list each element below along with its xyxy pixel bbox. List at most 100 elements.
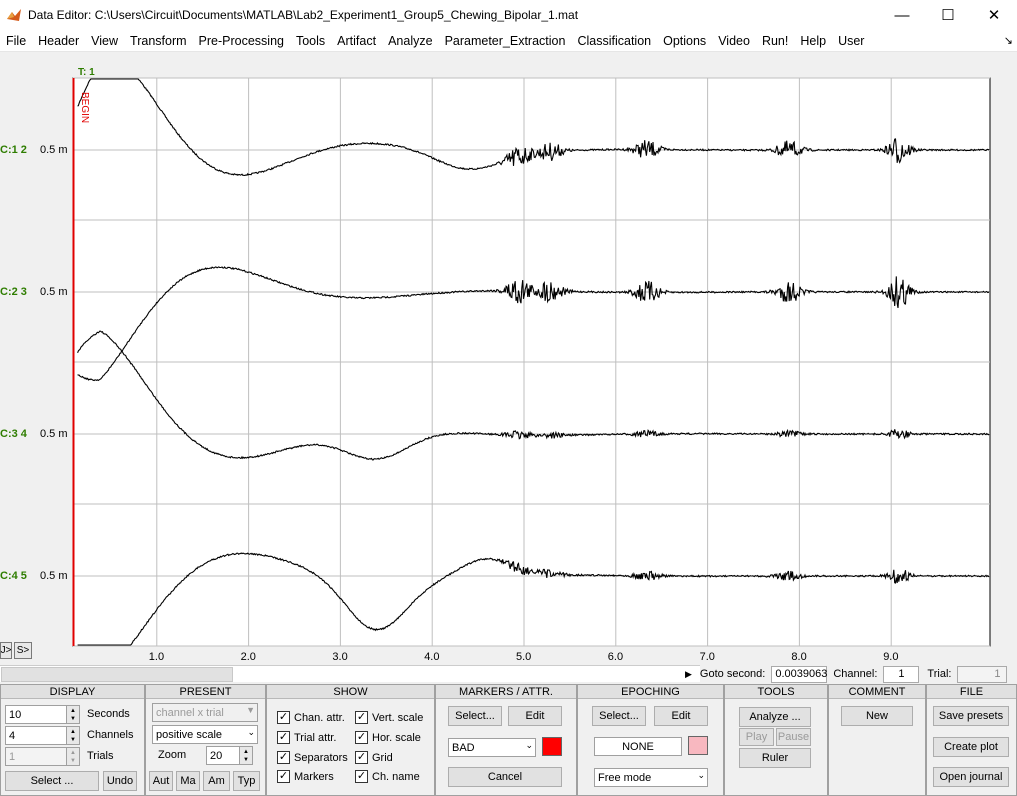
present-mode-select[interactable]: channel x trial ▼ xyxy=(152,703,258,722)
x-tick-label: 7.0 xyxy=(700,651,715,663)
time-scrollbar-thumb[interactable] xyxy=(1,667,233,682)
menu-transform[interactable]: Transform xyxy=(124,34,193,48)
window-title: Data Editor: C:\Users\Circuit\Documents\… xyxy=(28,8,579,22)
minimize-button[interactable]: — xyxy=(879,0,925,30)
check-icon: ✓ xyxy=(355,731,368,744)
check-icon: ✓ xyxy=(355,770,368,783)
present-am-button[interactable]: Am xyxy=(203,771,230,791)
channels-input[interactable]: 4 xyxy=(5,726,67,745)
separators-label: Separators xyxy=(294,751,348,764)
signal-plot[interactable]: BEGIN T: 1 1.0 2.0 3.0 4.0 5.0 6.0 7.0 8.0 9.0 xyxy=(0,52,1017,664)
markers-edit-button[interactable]: Edit xyxy=(508,706,562,726)
x-tick-label: 6.0 xyxy=(608,651,623,663)
time-scrollbar[interactable] xyxy=(0,665,700,682)
zoom-spinner[interactable]: ▲ ▼ xyxy=(239,746,253,765)
create-plot-button[interactable]: Create plot xyxy=(933,737,1009,757)
chan-attr-checkbox[interactable]: ✓ Chan. attr. xyxy=(277,711,345,724)
present-typ-button[interactable]: Typ xyxy=(233,771,260,791)
markers-checkbox[interactable]: ✓ Markers xyxy=(277,770,334,783)
markers-cancel-button[interactable]: Cancel xyxy=(448,767,562,787)
tools-panel: TOOLS Analyze ... Play Pause Ruler xyxy=(724,684,828,796)
display-select-button[interactable]: Select ... xyxy=(5,771,99,791)
begin-marker-label: BEGIN xyxy=(79,92,90,123)
scroll-right-icon[interactable]: ▶ xyxy=(685,669,692,680)
attr-color-swatch[interactable] xyxy=(542,737,562,756)
present-scale-select[interactable]: positive scale ⌄ xyxy=(152,725,258,744)
separators-checkbox[interactable]: ✓ Separators xyxy=(277,751,348,764)
x-tick-label: 8.0 xyxy=(791,651,806,663)
undo-button[interactable]: Undo xyxy=(103,771,137,791)
hor-scale-checkbox[interactable]: ✓ Hor. scale xyxy=(355,731,421,744)
comment-panel: COMMENT New xyxy=(828,684,926,796)
open-journal-button[interactable]: Open journal xyxy=(933,767,1009,787)
trials-input[interactable]: 1 xyxy=(5,747,67,766)
trials-spinner[interactable]: ▲ ▼ xyxy=(66,747,80,766)
trial-attr-checkbox[interactable]: ✓ Trial attr. xyxy=(277,731,336,744)
pause-button[interactable]: Pause xyxy=(776,728,811,746)
markers-panel: MARKERS / ATTR. Select... Edit BAD ⌄ Canc… xyxy=(435,684,577,796)
menu-options[interactable]: Options xyxy=(657,34,712,48)
epoch-value-field[interactable]: NONE xyxy=(594,737,682,756)
markers-label: Markers xyxy=(294,770,334,783)
menu-artifact[interactable]: Artifact xyxy=(331,34,382,48)
grid-label: Grid xyxy=(372,751,393,764)
close-button[interactable]: ✕ xyxy=(971,0,1017,30)
menu-parameter-extraction[interactable]: Parameter_Extraction xyxy=(439,34,572,48)
nav-next-button[interactable]: S> xyxy=(14,642,32,659)
menu-classification[interactable]: Classification xyxy=(571,34,657,48)
epoch-color-swatch[interactable] xyxy=(688,736,708,755)
channel-input[interactable]: 1 xyxy=(883,665,920,683)
menu-video[interactable]: Video xyxy=(712,34,756,48)
present-ma-button[interactable]: Ma xyxy=(176,771,200,791)
zoom-label: Zoom xyxy=(158,749,187,761)
present-aut-button[interactable]: Aut xyxy=(149,771,173,791)
save-presets-button[interactable]: Save presets xyxy=(933,706,1009,726)
menu-user[interactable]: User xyxy=(832,34,870,48)
menu-view[interactable]: View xyxy=(85,34,124,48)
epoching-select-button[interactable]: Select... xyxy=(592,706,646,726)
comment-new-button[interactable]: New xyxy=(841,706,913,726)
channel-scale-4: 0.5 m xyxy=(40,570,68,582)
check-icon: ✓ xyxy=(355,751,368,764)
file-panel: FILE Save presets Create plot Open journ… xyxy=(926,684,1017,796)
channel-scale-2: 0.5 m xyxy=(40,286,68,298)
seconds-input[interactable]: 10 xyxy=(5,705,67,724)
markers-select-button[interactable]: Select... xyxy=(448,706,502,726)
vert-scale-checkbox[interactable]: ✓ Vert. scale xyxy=(355,711,423,724)
comment-header: COMMENT xyxy=(829,685,925,699)
menu-run[interactable]: Run! xyxy=(756,34,794,48)
menu-analyze[interactable]: Analyze xyxy=(382,34,438,48)
trial-input[interactable]: 1 xyxy=(957,665,1008,683)
matlab-icon xyxy=(7,9,21,21)
ruler-button[interactable]: Ruler xyxy=(739,748,811,768)
ch-name-checkbox[interactable]: ✓ Ch. name xyxy=(355,770,420,783)
show-panel: SHOW ✓ Chan. attr. ✓ Vert. scale ✓ Trial at… xyxy=(266,684,435,796)
goto-second-input[interactable]: 0.0039063 xyxy=(771,665,828,683)
play-button[interactable]: Play xyxy=(739,728,774,746)
channel-scale-1: 0.5 m xyxy=(40,144,68,156)
epoch-mode-select[interactable]: Free mode ⌄ xyxy=(594,768,708,787)
maximize-button[interactable]: ☐ xyxy=(925,0,971,30)
menu-preprocessing[interactable]: Pre-Processing xyxy=(193,34,290,48)
trials-label: Trials xyxy=(87,750,114,762)
menu-arrow-icon[interactable]: ↘ xyxy=(1004,34,1017,47)
epoching-edit-button[interactable]: Edit xyxy=(654,706,708,726)
x-tick-label: 4.0 xyxy=(424,651,439,663)
zoom-input[interactable]: 20 xyxy=(206,746,240,765)
menu-help[interactable]: Help xyxy=(794,34,832,48)
attr-select-value: BAD xyxy=(452,741,475,754)
signal-plot-area: BEGIN T: 1 1.0 2.0 3.0 4.0 5.0 6.0 7.0 8.0 9.0 C… xyxy=(0,52,1017,664)
epoching-header: EPOCHING xyxy=(578,685,723,699)
menu-tools[interactable]: Tools xyxy=(290,34,331,48)
channels-spinner[interactable]: ▲ ▼ xyxy=(66,726,80,745)
menu-header[interactable]: Header xyxy=(32,34,85,48)
check-icon: ✓ xyxy=(277,711,290,724)
menu-file[interactable]: File xyxy=(0,34,32,48)
present-panel: PRESENT channel x trial ▼ positive scale ⌄… xyxy=(145,684,266,796)
attr-select[interactable]: BAD ⌄ xyxy=(448,738,536,757)
check-icon: ✓ xyxy=(277,751,290,764)
nav-prev-button[interactable]: J> xyxy=(0,642,12,659)
seconds-spinner[interactable]: ▲ ▼ xyxy=(66,705,80,724)
grid-checkbox[interactable]: ✓ Grid xyxy=(355,751,393,764)
analyze-button[interactable]: Analyze ... xyxy=(739,707,811,727)
